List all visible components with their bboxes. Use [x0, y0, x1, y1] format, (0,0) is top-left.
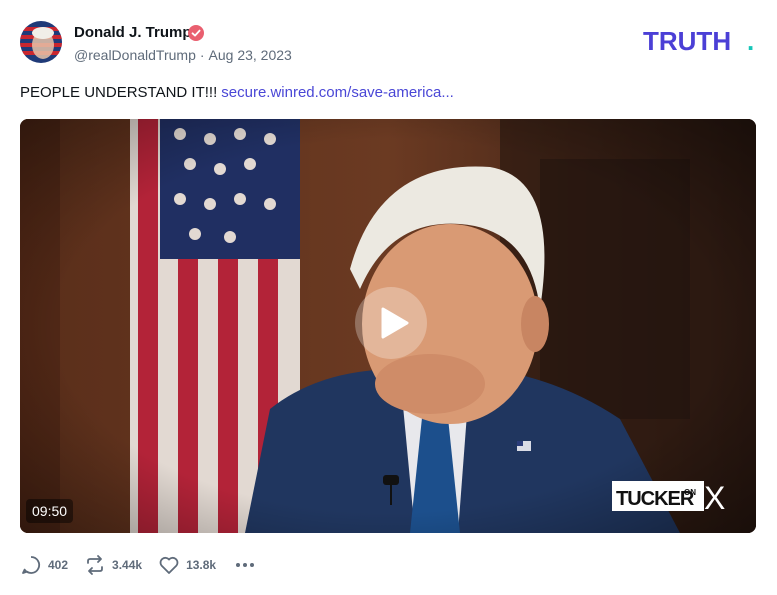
- play-icon: [381, 307, 409, 339]
- video-player[interactable]: 09:50 TUCKER ON X: [20, 119, 756, 533]
- watermark-x: X: [704, 480, 725, 513]
- truth-post: Donald J. Trump @realDonaldTrump · Aug 23,…: [0, 0, 777, 595]
- video-duration: 09:50: [26, 499, 74, 523]
- repost-button[interactable]: 3.44k: [84, 554, 142, 576]
- post-meta: @realDonaldTrump · Aug 23, 2023: [74, 47, 292, 63]
- like-button[interactable]: 13.8k: [158, 554, 216, 576]
- truth-logo[interactable]: TRUTH .: [643, 28, 763, 56]
- repost-icon: [87, 555, 103, 575]
- display-name[interactable]: Donald J. Trump: [74, 24, 192, 41]
- post-date[interactable]: Aug 23, 2023: [209, 47, 292, 63]
- post-link[interactable]: secure.winred.com/save-america...: [221, 84, 454, 101]
- reply-button[interactable]: 402: [20, 554, 68, 576]
- heart-icon: [159, 556, 179, 574]
- repost-count: 3.44k: [112, 558, 143, 572]
- play-button[interactable]: [355, 287, 427, 359]
- truth-logo-text: TRUTH: [643, 28, 731, 56]
- watermark-on: ON: [684, 488, 696, 497]
- reply-count: 402: [48, 558, 69, 572]
- post-text: PEOPLE UNDERSTAND IT!!! secure.winred.com…: [20, 84, 454, 101]
- more-icon: [236, 563, 255, 567]
- post-body: PEOPLE UNDERSTAND IT!!!: [20, 84, 218, 101]
- author-handle[interactable]: @realDonaldTrump: [74, 47, 196, 63]
- meta-separator: ·: [199, 47, 205, 63]
- truth-logo-dot: .: [747, 28, 754, 56]
- action-bar: 402 3.44k 13.8k: [20, 551, 256, 579]
- reply-icon: [22, 556, 40, 574]
- like-count: 13.8k: [186, 558, 217, 572]
- more-options-button[interactable]: [234, 554, 256, 576]
- tucker-on-x-watermark: TUCKER ON X: [612, 480, 725, 513]
- avatar[interactable]: [20, 21, 62, 63]
- verified-badge-icon: [188, 25, 204, 41]
